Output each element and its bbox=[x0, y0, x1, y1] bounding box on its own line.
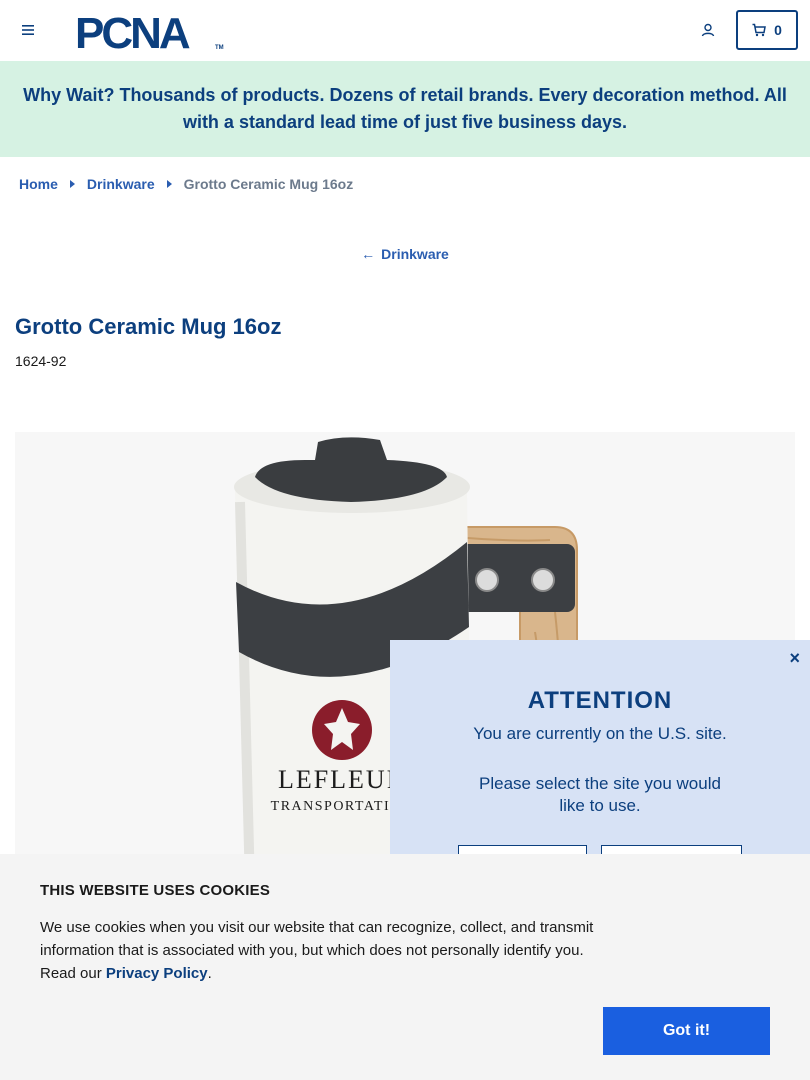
cookie-title: THIS WEBSITE USES COOKIES bbox=[40, 882, 271, 899]
breadcrumb-caret-icon bbox=[166, 180, 172, 188]
site-header: PCNA TM 0 bbox=[0, 0, 810, 61]
back-link-label: Drinkware bbox=[381, 246, 449, 262]
arrow-left-icon: ← bbox=[361, 246, 376, 262]
promo-banner: Why Wait? Thousands of products. Dozens … bbox=[0, 61, 810, 157]
cookie-text: We use cookies when you visit our websit… bbox=[40, 916, 600, 985]
promo-text: Why Wait? Thousands of products. Dozens … bbox=[23, 85, 787, 132]
cart-button[interactable]: 0 bbox=[736, 10, 798, 50]
hamburger-menu-icon[interactable] bbox=[16, 20, 40, 40]
cart-icon bbox=[752, 23, 766, 37]
accept-cookies-button[interactable]: Got it! bbox=[603, 1007, 770, 1055]
page: PCNA TM 0 Why Wait? Thousands of product… bbox=[0, 0, 810, 1080]
svg-text:TM: TM bbox=[215, 45, 224, 51]
cookie-banner: THIS WEBSITE USES COOKIES We use cookies… bbox=[0, 854, 810, 1080]
close-icon[interactable]: × bbox=[789, 648, 800, 669]
svg-text:PCNA: PCNA bbox=[75, 10, 190, 52]
product-sku: 1624-92 bbox=[15, 353, 67, 369]
breadcrumb-caret-icon bbox=[69, 180, 75, 188]
attention-select-prompt: Please select the site you would like to… bbox=[479, 774, 721, 815]
cookie-text-end: . bbox=[207, 965, 212, 982]
breadcrumb-drinkware[interactable]: Drinkware bbox=[87, 176, 155, 192]
site-selector-modal: × ATTENTION You are currently on the U.S… bbox=[390, 640, 810, 885]
account-icon[interactable] bbox=[698, 20, 718, 40]
privacy-policy-link[interactable]: Privacy Policy bbox=[106, 965, 208, 982]
mug-imprint-line1: LEFLEUR bbox=[278, 765, 406, 794]
breadcrumb-home[interactable]: Home bbox=[19, 176, 58, 192]
attention-message: You are currently on the U.S. site. bbox=[473, 724, 727, 743]
cart-count: 0 bbox=[774, 22, 782, 38]
product-title: Grotto Ceramic Mug 16oz bbox=[15, 314, 282, 339]
back-to-category-link[interactable]: ← Drinkware bbox=[0, 246, 810, 262]
pcna-logo[interactable]: PCNA TM bbox=[75, 9, 225, 58]
attention-title: ATTENTION bbox=[527, 687, 673, 714]
breadcrumb: Home Drinkware Grotto Ceramic Mug 16oz bbox=[19, 175, 353, 193]
breadcrumb-current: Grotto Ceramic Mug 16oz bbox=[183, 176, 354, 192]
